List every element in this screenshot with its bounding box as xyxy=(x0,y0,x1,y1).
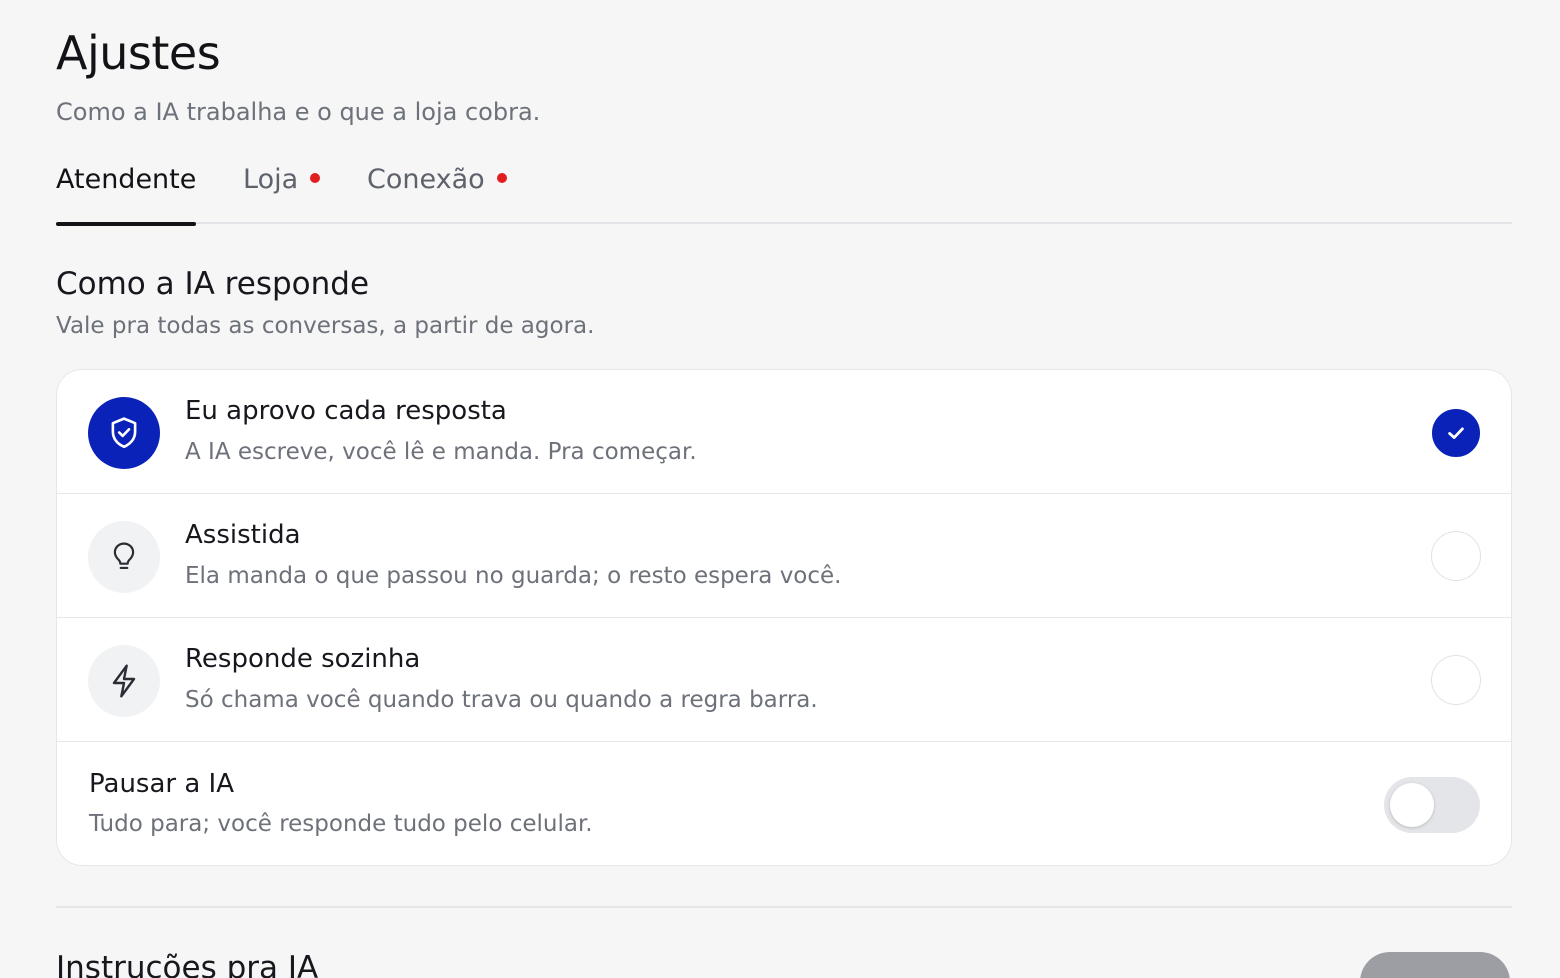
pause-ai-row: Pausar a IA Tudo para; você responde tud… xyxy=(57,742,1511,865)
mode-option-approve-each[interactable]: Eu aprovo cada resposta A IA escreve, vo… xyxy=(57,370,1511,494)
radio-selected[interactable] xyxy=(1432,409,1480,457)
tab-bar: Atendente Loja Conexão xyxy=(56,160,1512,226)
response-mode-card: Eu aprovo cada resposta A IA escreve, vo… xyxy=(56,369,1512,866)
settings-page: Ajustes Como a IA trabalha e o que a loj… xyxy=(0,0,1560,978)
mode-option-autonomous[interactable]: Responde sozinha Só chama você quando tr… xyxy=(57,618,1511,742)
mode-description: Só chama você quando trava ou quando a r… xyxy=(185,687,818,713)
lightning-bolt-icon xyxy=(88,645,160,717)
tab-label: Conexão xyxy=(367,164,485,195)
page-subtitle: Como a IA trabalha e o que a loja cobra. xyxy=(56,98,541,126)
alert-dot xyxy=(496,172,507,183)
mode-description: Ela manda o que passou no guarda; o rest… xyxy=(185,563,842,589)
radio-unselected[interactable] xyxy=(1431,531,1481,581)
tab-atendente[interactable]: Atendente xyxy=(56,160,197,226)
alert-dot xyxy=(310,172,321,183)
instructions-section-title: Instruções pra IA xyxy=(56,950,319,978)
tab-loja[interactable]: Loja xyxy=(243,160,321,224)
radio-unselected[interactable] xyxy=(1431,655,1481,705)
pause-description: Tudo para; você responde tudo pelo celul… xyxy=(89,811,593,837)
pause-title: Pausar a IA xyxy=(89,769,235,799)
mode-title: Assistida xyxy=(185,520,301,550)
mode-option-assisted[interactable]: Assistida Ela manda o que passou no guar… xyxy=(57,494,1511,618)
page-title: Ajustes xyxy=(56,26,221,80)
toggle-knob xyxy=(1390,783,1434,827)
instructions-action-button[interactable] xyxy=(1360,952,1510,978)
shield-check-icon xyxy=(88,397,160,469)
lightbulb-icon xyxy=(88,521,160,593)
tab-label: Atendente xyxy=(56,164,197,195)
check-icon xyxy=(1448,427,1464,439)
section-subtitle: Vale pra todas as conversas, a partir de… xyxy=(56,313,595,339)
pause-ai-toggle[interactable] xyxy=(1384,777,1480,833)
mode-title: Responde sozinha xyxy=(185,644,421,674)
section-divider xyxy=(56,906,1512,908)
section-title: Como a IA responde xyxy=(56,266,370,302)
mode-title: Eu aprovo cada resposta xyxy=(185,396,507,426)
tab-label: Loja xyxy=(243,164,299,195)
mode-description: A IA escreve, você lê e manda. Pra começ… xyxy=(185,439,697,465)
tab-conexao[interactable]: Conexão xyxy=(367,160,507,224)
